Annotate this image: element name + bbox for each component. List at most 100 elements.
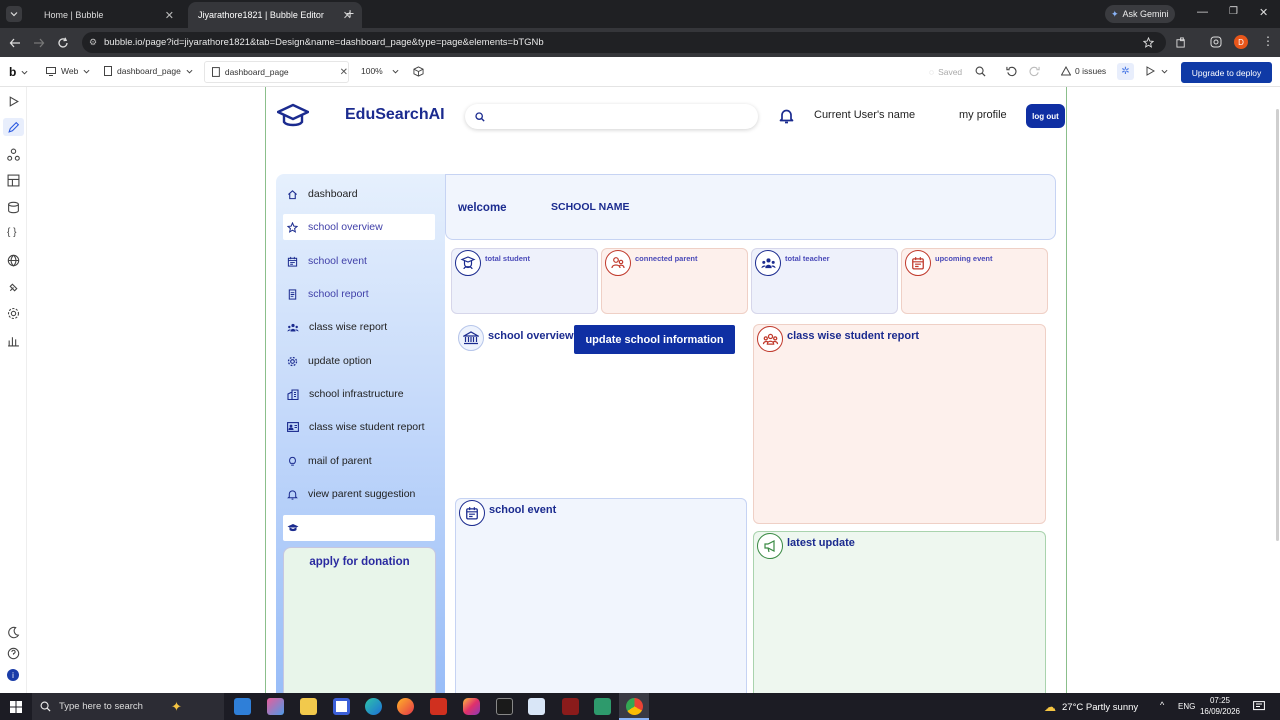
back-arrow-icon[interactable] <box>9 37 21 49</box>
language-indicator[interactable]: ENG <box>1178 702 1195 711</box>
close-icon[interactable]: ✕ <box>165 9 174 22</box>
donation-title[interactable]: apply for donation <box>284 556 435 568</box>
tab-search-button[interactable] <box>6 6 22 22</box>
search-bar[interactable] <box>465 104 758 129</box>
workflow-icon[interactable] <box>7 148 20 161</box>
file-explorer-icon[interactable] <box>300 698 317 715</box>
issues-button[interactable]: 0 issues <box>1061 66 1106 76</box>
cube-icon[interactable] <box>413 66 424 77</box>
restore-button[interactable]: ❐ <box>1229 6 1238 17</box>
network-app-icon[interactable] <box>528 698 545 715</box>
sidebar-item-class-wise-report[interactable]: class wise report <box>283 314 435 340</box>
clock[interactable]: 07:25 16/09/2026 <box>1197 695 1243 717</box>
sidebar-item-graduation[interactable] <box>283 515 435 541</box>
logs-icon[interactable] <box>7 334 20 347</box>
parent-icon <box>611 257 625 269</box>
copilot-sparkle-icon: ✦ <box>170 698 182 714</box>
site-info-icon[interactable]: ⚙ <box>89 37 97 48</box>
stat-card-total-teacher[interactable]: total teacher <box>751 248 898 314</box>
stat-card-total-student[interactable]: total student <box>451 248 598 314</box>
taskbar-search-box[interactable]: Type here to search ✦ <box>32 693 224 720</box>
device-select[interactable]: Web <box>46 66 90 76</box>
profile-avatar[interactable]: D <box>1234 35 1248 49</box>
reload-icon[interactable] <box>57 37 69 49</box>
sidebar-item-school-overview[interactable]: school overview <box>283 214 435 240</box>
close-icon[interactable]: ✕ <box>340 67 348 78</box>
sidebar-item-school-report[interactable]: school report <box>283 281 435 307</box>
notes-app-icon[interactable] <box>594 698 611 715</box>
preview-button[interactable] <box>1146 66 1168 76</box>
stat-card-connected-parent[interactable]: connected parent <box>601 248 748 314</box>
sidebar-item-class-wise-student-report[interactable]: class wise student report <box>283 414 435 440</box>
info-icon[interactable]: i <box>7 669 19 681</box>
terminal-app-icon[interactable] <box>496 698 513 715</box>
profile-switch-icon[interactable] <box>1210 36 1222 48</box>
sidebar-item-update-option[interactable]: update option <box>283 348 435 374</box>
sidebar-item-school-infrastructure[interactable]: school infrastructure <box>283 381 435 407</box>
search-input[interactable] <box>493 111 753 122</box>
instagram-icon[interactable] <box>463 698 480 715</box>
bubble-logo-menu[interactable]: b <box>9 65 28 79</box>
saved-status: ◌ Saved <box>929 67 962 77</box>
stat-card-upcoming-event[interactable]: upcoming event <box>901 248 1048 314</box>
sidebar-item-school-event[interactable]: school event <box>283 248 435 274</box>
windows-start-icon[interactable] <box>10 701 22 713</box>
copilot-app-icon[interactable] <box>267 698 284 715</box>
settings-icon[interactable] <box>7 307 20 320</box>
browser-menu-icon[interactable]: ⋮ <box>1262 34 1274 48</box>
logout-button[interactable]: log out <box>1026 104 1065 128</box>
code-braces-icon[interactable]: { } <box>7 227 16 238</box>
undo-icon[interactable] <box>1006 66 1017 77</box>
minimize-button[interactable]: — <box>1197 6 1208 18</box>
database-icon[interactable] <box>7 201 20 214</box>
my-profile-link[interactable]: my profile <box>959 109 1007 121</box>
class-report-title: class wise student report <box>787 330 920 342</box>
extensions-icon[interactable] <box>1176 37 1187 48</box>
zoom-select[interactable]: 100% <box>361 66 399 76</box>
redo-icon[interactable] <box>1029 66 1040 77</box>
page-tab[interactable]: dashboard_page ✕ <box>204 61 349 83</box>
ask-gemini-label: Ask Gemini <box>1122 9 1169 19</box>
notification-bell-icon[interactable] <box>779 108 794 124</box>
upgrade-deploy-button[interactable]: Upgrade to deploy <box>1181 62 1272 83</box>
notifications-icon[interactable] <box>1253 701 1265 712</box>
bookmark-star-icon[interactable] <box>1143 37 1154 48</box>
gear-icon <box>287 356 298 366</box>
url-field[interactable]: ⚙ bubble.io/page?id=jiyarathore1821&tab=… <box>82 32 1166 53</box>
debug-tool-button[interactable]: ✲ <box>1117 63 1134 80</box>
store-app-icon[interactable] <box>333 698 350 715</box>
sidebar-item-mail-of-parent[interactable]: mail of parent <box>283 448 435 474</box>
new-tab-button[interactable]: + <box>346 5 354 21</box>
tab-home-bubble[interactable]: Home | Bubble ✕ <box>34 2 184 28</box>
dark-mode-icon[interactable] <box>7 626 20 639</box>
event-circle <box>905 250 931 276</box>
weather-widget[interactable]: ☁ 27°C Partly sunny <box>1044 700 1138 714</box>
tab-bubble-editor[interactable]: Jiyarathore1821 | Bubble Editor ✕ <box>188 2 362 28</box>
window-close-button[interactable]: ✕ <box>1259 6 1268 19</box>
edge-browser-icon[interactable] <box>365 698 382 715</box>
ask-gemini-button[interactable]: ✦ Ask Gemini <box>1105 5 1175 23</box>
help-icon[interactable] <box>7 647 20 660</box>
canvas-scrollbar[interactable] <box>1276 109 1279 541</box>
page-select[interactable]: dashboard_page <box>104 66 193 76</box>
globe-icon[interactable] <box>7 254 20 267</box>
firefox-icon[interactable] <box>397 698 414 715</box>
sidebar-item-dashboard[interactable]: dashboard <box>283 181 435 207</box>
plugin-icon[interactable] <box>7 281 20 294</box>
tray-chevron-icon[interactable]: ^ <box>1160 700 1164 710</box>
school-event-panel: school event <box>455 498 747 693</box>
autocad-icon[interactable] <box>562 698 579 715</box>
acrobat-icon[interactable] <box>430 698 447 715</box>
school-building-icon <box>463 331 479 345</box>
mail-app-icon[interactable] <box>234 698 251 715</box>
document-icon <box>288 288 297 300</box>
sidebar-item-view-parent-suggestion[interactable]: view parent suggestion <box>283 481 435 507</box>
dashboard-page: EduSearchAI Current User's name my profi… <box>265 87 1067 693</box>
home-icon <box>288 189 297 199</box>
search-icon[interactable] <box>975 66 986 77</box>
play-icon[interactable] <box>7 95 20 108</box>
layout-icon[interactable] <box>7 174 20 187</box>
forward-arrow-icon[interactable] <box>33 37 45 49</box>
play-icon <box>1146 66 1155 76</box>
update-school-button[interactable]: update school information <box>574 325 735 354</box>
